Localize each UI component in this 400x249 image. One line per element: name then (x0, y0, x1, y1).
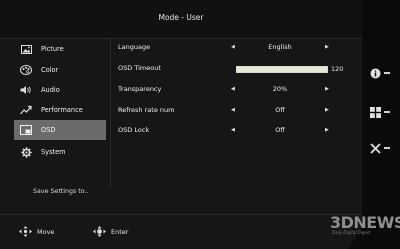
sidebar-item-label: Audio (41, 86, 60, 94)
refresh-rate-value: Off (275, 106, 285, 114)
color-palette-icon (20, 65, 32, 75)
picture-icon (20, 44, 32, 54)
sidebar-item-label: Performance (41, 106, 83, 114)
sidebar: Picture Color Audio Performance OSD Syst… (14, 38, 106, 188)
watermark-tagline: Daily Digital Digest (332, 230, 371, 235)
arrow-right-icon[interactable]: ▶ (325, 107, 329, 113)
close-icon (370, 139, 381, 158)
input-grid-icon (370, 103, 381, 122)
sidebar-item-picture[interactable]: Picture (14, 39, 106, 59)
arrow-left-icon[interactable]: ◀ (231, 86, 235, 92)
arrow-left-icon[interactable]: ◀ (231, 107, 235, 113)
setting-label: Transparency (118, 85, 162, 93)
sidebar-item-audio[interactable]: Audio (14, 80, 106, 100)
footer-move: Move (19, 222, 54, 241)
hotkey-dash (384, 72, 390, 74)
hotkey-close[interactable] (370, 141, 394, 155)
title-bar: Mode - User (0, 0, 362, 39)
setting-label: OSD Lock (118, 126, 150, 134)
info-icon (370, 64, 381, 83)
osd-timeout-value: 120 (331, 65, 344, 73)
footer-enter: Enter (93, 222, 128, 241)
sidebar-item-color[interactable]: Color (14, 60, 106, 80)
setting-label: Refresh rate num (118, 106, 175, 114)
speaker-icon (20, 85, 32, 95)
watermark-logo: 3DNEWS Daily Digital Digest (330, 213, 400, 241)
setting-label: OSD Timeout (118, 64, 161, 72)
sidebar-item-label: System (41, 148, 66, 156)
sidebar-divider (110, 38, 111, 188)
transparency-value: 20% (272, 85, 288, 93)
sidebar-item-performance[interactable]: Performance (14, 100, 106, 120)
mode-title: Mode - User (158, 13, 204, 22)
sidebar-item-system[interactable]: System (14, 142, 106, 162)
gear-icon (20, 146, 32, 158)
arrow-left-icon[interactable]: ◀ (231, 127, 235, 133)
sidebar-item-label: Color (41, 66, 59, 74)
osd-screen-icon (20, 125, 32, 135)
sidebar-item-label: Picture (41, 45, 64, 53)
move-dpad-icon (19, 222, 32, 241)
move-label: Move (37, 227, 55, 236)
arrow-right-icon[interactable]: ▶ (325, 44, 329, 50)
save-settings-button[interactable]: Save Settings to.. (33, 188, 89, 195)
arrow-right-icon[interactable]: ▶ (325, 127, 329, 133)
slider-fill (237, 67, 327, 72)
enter-dpad-icon (93, 222, 106, 241)
hotkey-dash (384, 147, 390, 149)
arrow-left-icon[interactable]: ◀ (231, 44, 235, 50)
hotkey-info[interactable] (370, 66, 394, 80)
performance-graph-icon (20, 105, 32, 115)
hotkey-input[interactable] (370, 105, 394, 119)
enter-label: Enter (111, 227, 129, 236)
arrow-right-icon[interactable]: ▶ (325, 86, 329, 92)
sidebar-item-label: OSD (41, 126, 56, 134)
sidebar-item-osd[interactable]: OSD (14, 120, 106, 140)
osd-lock-value: Off (275, 126, 285, 134)
setting-label: Language (118, 43, 151, 51)
language-value: English (268, 43, 292, 51)
hotkey-dash (384, 111, 390, 113)
osd-timeout-slider[interactable] (236, 66, 328, 73)
